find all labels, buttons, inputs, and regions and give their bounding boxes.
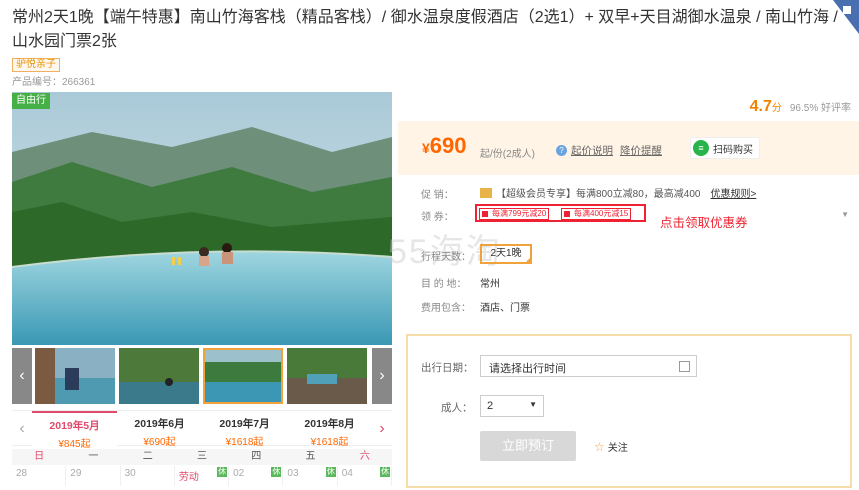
promo-label: 促 销： [421,190,454,201]
days-label: 行程天数： [421,252,471,263]
calendar-weekdays: 日 一 二 三 四 五 六 [12,449,392,465]
holiday-badge: 休 [325,467,336,477]
product-tag[interactable]: 驴悦亲子 [12,58,60,72]
coupon-label: 领 券： [421,212,454,223]
price-explain-link[interactable]: ? 起价说明 [556,143,613,158]
weekday: 四 [251,451,262,462]
holiday-badge: 休 [379,467,390,477]
coupon-item[interactable]: 每满799元减20 [479,208,550,220]
weekday: 一 [88,451,99,462]
holiday-badge: 休 [271,467,282,477]
calendar-day[interactable]: 30 [121,466,175,486]
wechat-icon: ≡ [693,140,709,156]
promo-row: 【超级会员专享】每满800立减80，最高减400 优惠规则> [480,185,756,200]
follow-button[interactable]: ☆ 关注 [594,439,628,455]
rating-block: 4.7分 96.5% 好评率 [749,98,851,115]
month-tab-4[interactable]: 2019年8月 ¥1618起 [287,411,372,448]
product-title: 常州2天1晚【端午特惠】南山竹海客栈（精品客栈）/ 御水温泉度假酒店（2选1）+… [12,9,838,50]
coupon-highlight: 每满799元减20 每满400元减15 [475,204,646,222]
thumbnail-2[interactable] [119,348,199,404]
cal-next-icon[interactable]: › [372,411,392,447]
weekday: 二 [142,451,153,462]
calendar-month-tabs: ‹ 2019年5月 ¥845起 2019年6月 ¥690起 2019年7月 ¥1618… [12,410,392,450]
price-alert-link[interactable]: 降价提醒 [620,143,662,158]
calendar-day[interactable]: 劳动休 [175,466,230,486]
star-icon: ☆ [594,439,605,454]
calendar-icon [679,361,690,372]
thumbnail-1[interactable] [35,348,115,404]
month-tab-3[interactable]: 2019年7月 ¥1618起 [202,411,287,448]
destination-label: 目 的 地： [421,279,467,290]
scan-to-buy-button[interactable]: ≡ 扫码购买 [690,137,760,159]
adult-select[interactable]: 2 ▼ [480,395,544,417]
calendar-day[interactable]: 29 [66,466,121,486]
month-tab-2[interactable]: 2019年6月 ¥690起 [117,411,202,448]
calendar-day[interactable]: 02 休 [229,466,284,486]
rating-percent: 96.5% [789,103,819,114]
calendar-day[interactable]: 03 休 [283,466,338,486]
date-label: 出行日期： [421,362,474,374]
main-product-image[interactable] [12,92,392,345]
rating-score: 4.7 [749,98,772,115]
free-travel-badge: 自由行 [12,93,50,109]
coupon-hint: 点击领取优惠券 [660,216,748,230]
coupon-dropdown-icon[interactable]: ▼ [841,210,849,219]
cal-prev-icon[interactable]: ‹ [12,411,32,447]
days-option[interactable]: 2天1晚 [480,244,532,264]
weekday: 日 [34,451,45,462]
thumbnail-4[interactable] [287,348,367,404]
corner-ribbon-icon[interactable] [829,0,859,34]
weekday: 五 [305,451,316,462]
includes-value: 酒店、门票 [480,303,530,314]
thumbnail-strip: ‹ › [12,348,392,404]
month-tab-1[interactable]: 2019年5月 ¥845起 [32,411,117,450]
book-now-button[interactable]: 立即预订 [480,431,576,461]
destination-value: 常州 [480,279,500,290]
thumb-prev-icon[interactable]: ‹ [12,348,32,404]
price-subtitle: 起/份(2成人) [480,149,535,160]
holiday-badge: 休 [217,467,228,477]
coupon-item[interactable]: 每满400元减15 [561,208,632,220]
price-bar: ¥690 起/份(2成人) ? 起价说明 降价提醒 ≡ 扫码购买 [398,121,859,175]
vip-icon [480,187,492,198]
thumb-next-icon[interactable]: › [372,348,392,404]
price: ¥690 [422,133,467,158]
adult-label: 成人： [441,402,473,414]
promo-rule-link[interactable]: 优惠规则> [711,185,757,200]
question-icon: ? [556,145,567,156]
calendar-days-row: 28 29 30 劳动休 02 休 03 休 04 休 [12,466,392,486]
thumbnail-3[interactable] [203,348,283,404]
chevron-down-icon: ▼ [529,400,537,409]
includes-label: 费用包含： [421,303,471,314]
weekday: 六 [359,451,370,462]
calendar-day[interactable]: 04 休 [338,466,392,486]
weekday: 三 [196,451,207,462]
product-number: 产品编号：266361 [12,77,96,88]
date-input[interactable]: 请选择出行时间 [480,355,697,377]
calendar-day[interactable]: 28 [12,466,67,486]
